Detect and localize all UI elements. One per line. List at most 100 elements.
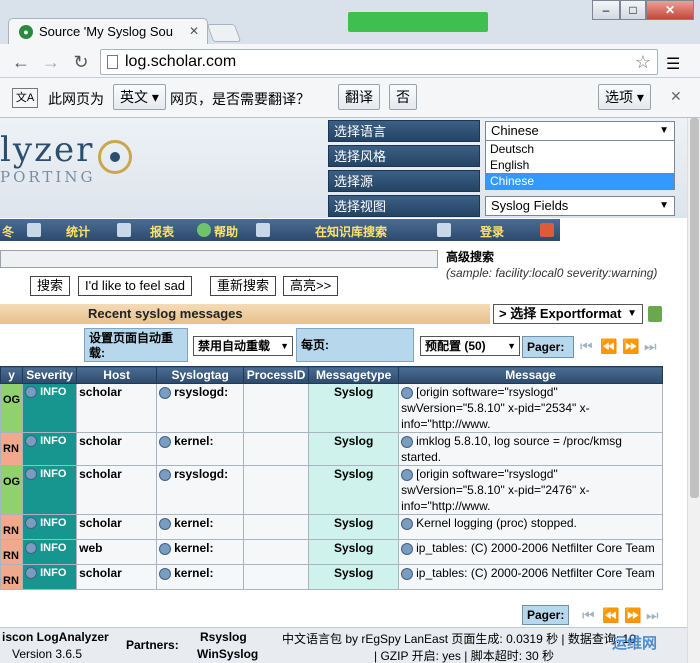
col-severity[interactable]: Severity bbox=[22, 366, 78, 384]
language-option-deutsch[interactable]: Deutsch bbox=[486, 141, 674, 157]
language-option-chinese[interactable]: Chinese bbox=[486, 173, 674, 189]
reload-icon[interactable]: ↻ bbox=[70, 52, 92, 73]
cell-syslogtag[interactable]: kernel: bbox=[156, 514, 245, 540]
export-icon[interactable] bbox=[648, 306, 662, 322]
filter-icon[interactable] bbox=[25, 567, 38, 580]
cell-message[interactable]: ip_tables: (C) 2000-2006 Netfilter Core … bbox=[398, 564, 664, 590]
highlight-button[interactable]: 高亮>> bbox=[283, 276, 339, 296]
table-row[interactable]: RN INFO scholar kernel: Syslog Kernel logging… bbox=[0, 514, 664, 540]
cell-host[interactable]: scholar bbox=[76, 564, 158, 590]
table-row[interactable]: RN INFO web kernel: Syslog ip_tables: (C) 200… bbox=[0, 539, 664, 565]
reset-search-button[interactable]: 重新搜索 bbox=[210, 276, 277, 296]
cell-host[interactable]: scholar bbox=[76, 465, 158, 515]
close-tab-icon[interactable]: ✕ bbox=[189, 24, 199, 38]
col-facility[interactable]: y bbox=[0, 366, 24, 384]
filter-icon[interactable] bbox=[25, 468, 38, 481]
table-row[interactable]: OG INFO scholar rsyslogd: Syslog [origin soft… bbox=[0, 383, 664, 433]
message-details-icon[interactable] bbox=[401, 567, 414, 580]
new-tab-button[interactable] bbox=[206, 24, 242, 42]
translate-button[interactable]: 翻译 bbox=[338, 84, 380, 110]
col-message[interactable]: Message bbox=[398, 366, 664, 384]
cell-syslogtag[interactable]: kernel: bbox=[156, 564, 245, 590]
cell-host[interactable]: scholar bbox=[76, 432, 158, 466]
filter-icon[interactable] bbox=[159, 517, 172, 530]
vertical-scrollbar[interactable] bbox=[687, 118, 700, 663]
filter-icon[interactable] bbox=[25, 517, 38, 530]
col-processid[interactable]: ProcessID bbox=[243, 366, 310, 384]
partner-winsyslog-link[interactable]: WinSyslog bbox=[197, 647, 258, 661]
nav-item-login[interactable]: 登录 bbox=[480, 223, 504, 240]
translate-options-button[interactable]: 选项 ▾ bbox=[598, 84, 651, 110]
next-page-icon[interactable]: ⏩ bbox=[622, 338, 639, 355]
table-row[interactable]: OG INFO scholar rsyslogd: Syslog [origin soft… bbox=[0, 465, 664, 515]
language-dropdown[interactable]: Deutsch English Chinese bbox=[485, 140, 675, 190]
close-translate-icon[interactable]: ✕ bbox=[670, 88, 682, 105]
calendar-icon[interactable] bbox=[540, 223, 554, 237]
filter-icon[interactable] bbox=[159, 435, 172, 448]
back-icon[interactable]: ← bbox=[10, 52, 32, 73]
bottom-last-page-icon[interactable]: ⏭ bbox=[646, 607, 659, 624]
cell-message[interactable]: [origin software="rsyslogd" swVersion="5… bbox=[398, 383, 664, 433]
filter-icon[interactable] bbox=[25, 386, 38, 399]
message-details-icon[interactable] bbox=[401, 542, 414, 555]
cell-message[interactable]: imklog 5.8.10, log source = /proc/kmsg s… bbox=[398, 432, 664, 466]
scrollbar-thumb[interactable] bbox=[690, 118, 699, 498]
bottom-first-page-icon[interactable]: ⏮ bbox=[582, 607, 595, 624]
export-format-select[interactable]: > 选择 Exportformat ▼ bbox=[493, 304, 643, 324]
language-select[interactable]: Chinese ▼ bbox=[485, 121, 675, 141]
col-host[interactable]: Host bbox=[76, 366, 158, 384]
filter-icon[interactable] bbox=[159, 542, 172, 555]
no-translate-button[interactable]: 否 bbox=[389, 84, 417, 110]
partner-rsyslog-link[interactable]: Rsyslog bbox=[200, 630, 247, 644]
menu-icon[interactable]: ☰ bbox=[666, 54, 680, 74]
auto-reload-select[interactable]: 禁用自动重载 ▼ bbox=[193, 336, 293, 356]
message-details-icon[interactable] bbox=[401, 386, 414, 399]
cell-syslogtag[interactable]: rsyslogd: bbox=[156, 383, 245, 433]
browser-tab[interactable]: ● Source 'My Syslog Sou ✕ bbox=[8, 18, 208, 44]
filter-icon[interactable] bbox=[25, 542, 38, 555]
col-syslogtag[interactable]: Syslogtag bbox=[156, 366, 245, 384]
cell-syslogtag[interactable]: kernel: bbox=[156, 539, 245, 565]
nav-item-stats[interactable]: 统计 bbox=[66, 223, 90, 240]
cell-message[interactable]: ip_tables: (C) 2000-2006 Netfilter Core … bbox=[398, 539, 664, 565]
close-window-button[interactable]: ✕ bbox=[646, 0, 694, 20]
language-option-english[interactable]: English bbox=[486, 157, 674, 173]
table-row[interactable]: RN INFO scholar kernel: Syslog ip_tables: (C)… bbox=[0, 564, 664, 590]
feel-sad-button[interactable]: I'd like to feel sad bbox=[78, 276, 193, 296]
translate-language-select[interactable]: 英文 ▾ bbox=[113, 84, 166, 110]
first-page-icon[interactable]: ⏮ bbox=[580, 338, 593, 355]
filter-icon[interactable] bbox=[159, 567, 172, 580]
view-select[interactable]: Syslog Fields ▼ bbox=[485, 196, 675, 216]
maximize-button[interactable]: □ bbox=[620, 0, 646, 20]
cell-syslogtag[interactable]: rsyslogd: bbox=[156, 465, 245, 515]
nav-item-help[interactable]: 帮助 bbox=[214, 223, 238, 240]
cell-host[interactable]: scholar bbox=[76, 383, 158, 433]
message-details-icon[interactable] bbox=[401, 517, 414, 530]
cell-host[interactable]: scholar bbox=[76, 514, 158, 540]
bottom-prev-page-icon[interactable]: ⏪ bbox=[602, 607, 619, 624]
message-details-icon[interactable] bbox=[401, 468, 414, 481]
cell-message[interactable]: [origin software="rsyslogd" swVersion="5… bbox=[398, 465, 664, 515]
cell-message[interactable]: Kernel logging (proc) stopped. bbox=[398, 514, 664, 540]
filter-icon[interactable] bbox=[159, 468, 172, 481]
message-details-icon[interactable] bbox=[401, 435, 414, 448]
cell-host[interactable]: web bbox=[76, 539, 158, 565]
per-page-select[interactable]: 预配置 (50) ▼ bbox=[420, 336, 520, 356]
search-input[interactable] bbox=[0, 250, 438, 268]
minimize-button[interactable]: – bbox=[592, 0, 620, 20]
filter-icon[interactable] bbox=[159, 386, 172, 399]
last-page-icon[interactable]: ⏭ bbox=[644, 338, 657, 355]
nav-item-kb-search[interactable]: 在知识库搜索 bbox=[315, 223, 387, 240]
prev-page-icon[interactable]: ⏪ bbox=[600, 338, 617, 355]
search-button[interactable]: 搜索 bbox=[30, 276, 71, 296]
table-row[interactable]: RN INFO scholar kernel: Syslog imklog 5.8.10,… bbox=[0, 432, 664, 466]
cell-syslogtag[interactable]: kernel: bbox=[156, 432, 245, 466]
address-bar[interactable]: log.scholar.com ☆ bbox=[100, 49, 658, 75]
col-messagetype[interactable]: Messagetype bbox=[308, 366, 400, 384]
forward-icon[interactable]: → bbox=[40, 52, 62, 73]
nav-item-reports[interactable]: 报表 bbox=[150, 223, 174, 240]
bottom-next-page-icon[interactable]: ⏩ bbox=[624, 607, 641, 624]
filter-icon[interactable] bbox=[25, 435, 38, 448]
advanced-search-link[interactable]: 高级搜索 bbox=[446, 248, 494, 265]
bookmark-star-icon[interactable]: ☆ bbox=[635, 50, 651, 74]
